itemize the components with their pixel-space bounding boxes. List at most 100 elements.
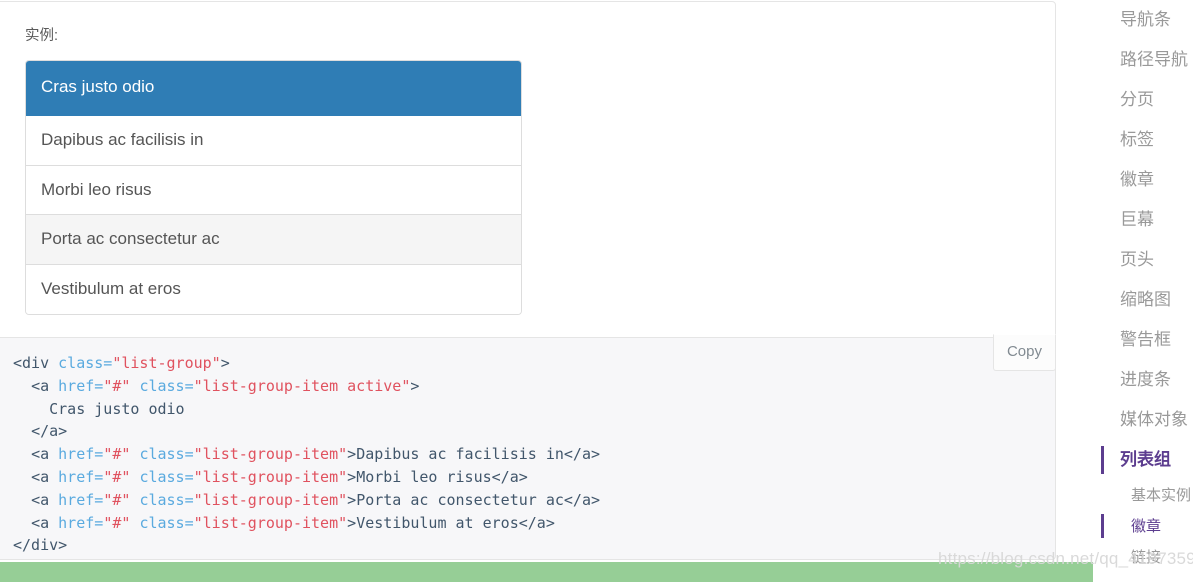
list-group-item[interactable]: Porta ac consectetur ac [26, 215, 521, 265]
sidebar-item-5[interactable]: 巨幕 [1093, 200, 1193, 240]
code-token-attr: class= [58, 354, 113, 372]
list-group-item[interactable]: Vestibulum at eros [26, 264, 521, 314]
sidebar-entry: 列表组 [1093, 440, 1193, 480]
sidebar-item-0[interactable]: 导航条 [1093, 0, 1193, 40]
code-token-attr: class= [139, 490, 194, 509]
code-token-punct: < [31, 445, 41, 464]
code-token-attr: class= [139, 513, 194, 532]
code-token-text: Morbi leo risus [356, 467, 492, 486]
code-highlight-panel: <div class="list-group"> <a href="#" cla… [0, 337, 1055, 559]
sidebar-entry: 分页 [1093, 80, 1193, 120]
sidebar-item-7[interactable]: 缩略图 [1093, 280, 1193, 320]
code-token-punct: > [220, 354, 230, 372]
sidebar-item-1[interactable]: 路径导航 [1093, 40, 1193, 80]
document-column: 实例: Cras justo odio Dapibus ac facilisis … [0, 0, 1093, 582]
code-token-punct: </a> [491, 467, 528, 486]
code-token-str: "list-group-item" [193, 445, 348, 464]
sidebar-item-10[interactable]: 媒体对象 [1093, 400, 1193, 440]
code-token-tag: a [40, 445, 50, 464]
code-token-tag: a [40, 490, 50, 509]
sidebar-entry: 媒体对象 [1093, 400, 1193, 440]
code-token-str: "#" [103, 513, 131, 532]
sidebar-entry: 徽章 [1093, 511, 1193, 542]
list-group: Cras justo odio Dapibus ac facilisis in Mo… [25, 60, 522, 315]
sidebar-entry: 页头 [1093, 240, 1193, 280]
sidebar-entry: 导航条 [1093, 0, 1193, 40]
code-line: <a href="#" class="list-group-item">Vest… [13, 514, 555, 532]
code-token-attr: class= [139, 376, 194, 395]
code-token-punct: > [347, 490, 357, 509]
code-line: </a> [13, 422, 67, 440]
example-label: 实例: [25, 28, 59, 44]
sidebar-entry: 基本实例 [1093, 480, 1193, 511]
watermark: https://blog.csdn.net/qq_41973594 [938, 549, 1193, 568]
sidebar-item-13[interactable]: 徽章 [1093, 511, 1193, 542]
example-preview-area: 实例: Cras justo odio Dapibus ac facilisis … [0, 2, 1055, 336]
code-token-attr: href= [58, 376, 104, 395]
code-token-attr: href= [58, 490, 104, 509]
code-line: <a href="#" class="list-group-item activ… [13, 377, 419, 395]
code-line: <a href="#" class="list-group-item">Morb… [13, 468, 528, 486]
sidebar-item-15[interactable]: Buttons [1093, 573, 1193, 582]
code-token-punct: > [410, 376, 420, 395]
code-token-punct: > [347, 445, 357, 464]
sidebar-item-11[interactable]: 列表组 [1093, 440, 1193, 480]
code-line: </div> [13, 536, 67, 554]
list-group-item[interactable]: Morbi leo risus [26, 165, 521, 216]
code-token-punct: < [13, 354, 23, 372]
code-token-attr: href= [58, 445, 104, 464]
sidebar-item-4[interactable]: 徽章 [1093, 160, 1193, 200]
code-token-punct: </a> [31, 422, 68, 441]
code-token-str: "list-group" [112, 354, 221, 372]
sidebar-entry: 警告框 [1093, 320, 1193, 360]
code-token-tag: a [40, 513, 50, 532]
code-token-str: "list-group-item" [193, 490, 348, 509]
code-token-str: "#" [103, 445, 131, 464]
code-token-punct: > [347, 467, 357, 486]
right-sidebar-nav: 导航条 路径导航 分页 标签 徽章 巨幕 页头 缩略图 警告框 进度条 媒体对象 列表组 基本实例 徽章链… [1093, 0, 1193, 582]
code-token-punct: < [31, 467, 41, 486]
code-token-str: "list-group-item" [193, 467, 348, 486]
copy-button[interactable]: Copy [992, 334, 1056, 371]
page-root: 实例: Cras justo odio Dapibus ac facilisis … [0, 0, 1193, 582]
sidebar-item-12[interactable]: 基本实例 [1093, 480, 1193, 511]
code-token-attr: href= [58, 467, 104, 486]
code-line: Cras justo odio [13, 399, 185, 418]
list-group-item[interactable]: Cras justo odio [26, 61, 521, 116]
code-line: <div class="list-group"> [13, 354, 230, 372]
sidebar-item-9[interactable]: 进度条 [1093, 360, 1193, 400]
code-token-text: Vestibulum at eros [356, 513, 519, 532]
code-token-str: "#" [103, 490, 131, 509]
sidebar-entry: 路径导航 [1093, 40, 1193, 80]
sidebar-item-3[interactable]: 标签 [1093, 120, 1193, 160]
code-token-str: "list-group-item" [193, 513, 348, 532]
sidebar-entry: 徽章 [1093, 160, 1193, 200]
sidebar-entry: 巨幕 [1093, 200, 1193, 240]
code-token-text: Cras justo odio [13, 399, 185, 418]
list-group-item[interactable]: Dapibus ac facilisis in [26, 115, 521, 166]
code-token-punct: </a> [518, 513, 555, 532]
bs-example-card: 实例: Cras justo odio Dapibus ac facilisis … [0, 1, 1056, 560]
code-token-tag: a [40, 467, 50, 486]
code-token-punct: < [31, 513, 41, 532]
code-token-attr: href= [58, 513, 104, 532]
code-token-str: "list-group-item active" [193, 376, 411, 395]
code-token-str: "#" [103, 467, 131, 486]
sidebar-item-6[interactable]: 页头 [1093, 240, 1193, 280]
code-token-punct: </a> [563, 490, 601, 509]
code-token-tag: a [40, 376, 50, 395]
sidebar-item-list: 导航条 路径导航 分页 标签 徽章 巨幕 页头 缩略图 警告框 进度条 媒体对象 列表组 基本实例 徽章链… [1093, 0, 1193, 582]
sidebar-item-8[interactable]: 警告框 [1093, 320, 1193, 360]
sidebar-item-2[interactable]: 分页 [1093, 80, 1193, 120]
sidebar-entry: 缩略图 [1093, 280, 1193, 320]
code-token-text: Porta ac consectetur ac [356, 490, 564, 509]
